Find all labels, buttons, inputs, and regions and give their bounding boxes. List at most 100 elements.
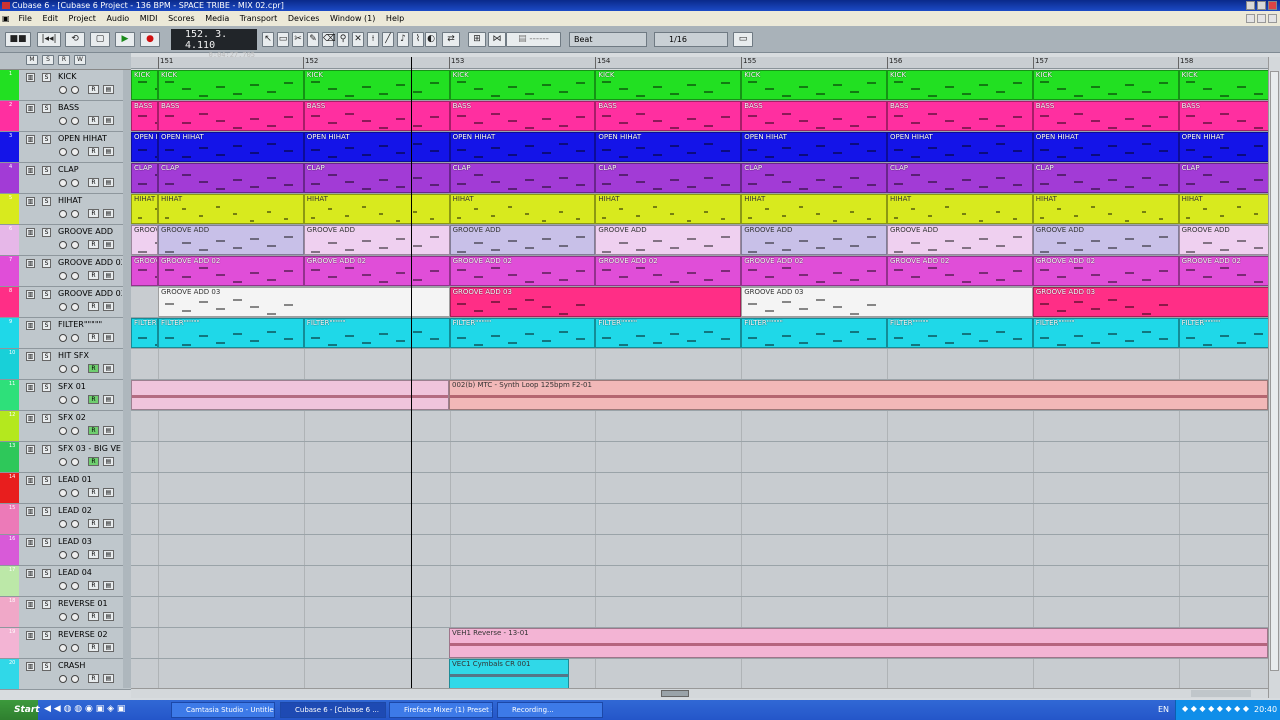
solo-knob-icon[interactable] [71, 241, 79, 249]
solo-knob-icon[interactable] [71, 489, 79, 497]
play-button[interactable]: ▶ [115, 32, 135, 47]
midi-part[interactable]: FILTER""""" [131, 318, 158, 348]
mute-knob-icon[interactable] [59, 86, 67, 94]
range-tool[interactable]: ▭ [277, 32, 289, 47]
monitor-button[interactable]: ▥ [26, 259, 35, 268]
write-automation-button[interactable]: ▤ [103, 116, 114, 125]
read-automation-button[interactable]: R [88, 85, 99, 94]
transport-display[interactable]: 152. 3. 4.110 0:04:27.705 [171, 29, 257, 59]
track-header[interactable]: 8 ▥ S GROOVE ADD 03 R ▤ [0, 287, 131, 318]
midi-part[interactable]: CLAP [1178, 163, 1268, 193]
solo-button[interactable]: S [42, 383, 51, 392]
language-indicator[interactable]: EN [1158, 705, 1169, 714]
read-automation-button[interactable]: R [88, 147, 99, 156]
track-header[interactable]: 5 ▥ S HIHAT R ▤ [0, 194, 131, 225]
monitor-button[interactable]: ▥ [26, 166, 35, 175]
start-button[interactable]: Start [0, 700, 40, 720]
zoom-slider[interactable] [1191, 690, 1251, 697]
midi-part[interactable]: CLAP [887, 163, 1033, 193]
track-lane[interactable]: KICK KICK KICK KICK KICK KICK KICK KICK KICK [131, 70, 1268, 101]
object-select-tool[interactable]: ↖ [262, 32, 274, 47]
write-automation-button[interactable]: ▤ [103, 550, 114, 559]
solo-button[interactable]: S [42, 166, 51, 175]
color-menu-button[interactable]: ▭ [733, 32, 753, 47]
vertical-scroll-thumb[interactable] [1270, 71, 1279, 671]
track-name[interactable]: REVERSE 02 [58, 630, 122, 639]
midi-part[interactable]: OPEN HIHAT [131, 132, 158, 162]
midi-part[interactable]: GROOVE ADD [1032, 225, 1179, 255]
audio-event-crash[interactable]: VEC1 Cymbals CR 001 [449, 659, 569, 688]
midi-part[interactable]: GROOVE ADD [158, 225, 304, 255]
tray-icons[interactable]: ◆ ◆ ◆ ◆ ◆ ◆ ◆ ◆ [1182, 704, 1249, 713]
task-cubase[interactable]: Cubase 6 - [Cubase 6 ... [280, 702, 386, 718]
midi-part[interactable]: HIHAT [595, 194, 742, 224]
monitor-button[interactable]: ▥ [26, 135, 35, 144]
monitor-button[interactable]: ▥ [26, 228, 35, 237]
solo-knob-icon[interactable] [71, 644, 79, 652]
midi-part[interactable]: GROOVE ADD 03 [741, 287, 1033, 317]
split-tool[interactable]: ✂ [292, 32, 304, 47]
vertical-scrollbar[interactable] [1268, 57, 1280, 698]
solo-knob-icon[interactable] [71, 117, 79, 125]
write-automation-button[interactable]: ▤ [103, 674, 114, 683]
mute-knob-icon[interactable] [59, 303, 67, 311]
mute-knob-icon[interactable] [59, 241, 67, 249]
track-lane[interactable] [131, 473, 1268, 504]
midi-part[interactable]: FILTER""""" [741, 318, 887, 348]
midi-part[interactable]: HIHAT [131, 194, 158, 224]
track-name[interactable]: LEAD 04 [58, 568, 122, 577]
grid-type-dropdown[interactable]: Beat [569, 32, 647, 47]
track-lane[interactable] [131, 411, 1268, 442]
track-name[interactable]: CRASH [58, 661, 122, 670]
close-button[interactable] [1268, 1, 1277, 10]
track-name[interactable]: GROOVE ADD 03 [58, 289, 122, 298]
track-lane[interactable] [131, 535, 1268, 566]
solo-button[interactable]: S [42, 631, 51, 640]
quick-launch-icons[interactable]: ◀ ◀ ◍ ◍ ◉ ▣ ◈ ▣ [44, 704, 125, 714]
read-automation-button[interactable]: R [88, 674, 99, 683]
write-automation-button[interactable]: ▤ [103, 271, 114, 280]
write-automation-button[interactable]: ▤ [103, 302, 114, 311]
snap-to-zero-button[interactable]: ⋈ [488, 32, 506, 47]
line-tool[interactable]: ╱ [382, 32, 394, 47]
track-header[interactable]: 16 ▥ S LEAD 03 R ▤ [0, 535, 131, 566]
mute-knob-icon[interactable] [59, 148, 67, 156]
midi-part[interactable]: GROOVE ADD 03 [1032, 287, 1268, 317]
midi-part[interactable]: GROOVE ADD 02 [303, 256, 450, 286]
midi-part[interactable]: CLAP [303, 163, 450, 193]
horizontal-scrollbar[interactable] [131, 688, 1268, 698]
monitor-button[interactable]: ▥ [26, 321, 35, 330]
track-header[interactable]: 14 ▥ S LEAD 01 R ▤ [0, 473, 131, 504]
write-automation-button[interactable]: ▤ [103, 395, 114, 404]
track-lane[interactable] [131, 566, 1268, 597]
draw-tool[interactable]: ✎ [307, 32, 319, 47]
timeline-ruler[interactable]: 151 152 153 154 155 156 157 158 [131, 57, 1268, 69]
read-automation-button[interactable]: R [88, 271, 99, 280]
midi-part[interactable]: HIHAT [158, 194, 304, 224]
erase-tool[interactable]: ⌫ [322, 32, 336, 47]
solo-button[interactable]: S [42, 259, 51, 268]
track-lane[interactable]: HIHAT HIHAT HIHAT HIHAT HIHAT HIHAT HIHAT HIHAT… [131, 194, 1268, 225]
menu-scores[interactable]: Scores [164, 11, 199, 26]
glue-tool[interactable]: ⌇ [412, 32, 424, 47]
read-automation-button[interactable]: R [88, 116, 99, 125]
solo-button[interactable]: S [42, 197, 51, 206]
read-automation-button[interactable]: R [88, 240, 99, 249]
midi-part[interactable]: KICK [595, 70, 742, 100]
track-header[interactable]: 13 ▥ S SFX 03 - BIG VE R ▤ [0, 442, 131, 473]
global-read-icon[interactable]: R [58, 55, 70, 65]
midi-part[interactable]: BASS [741, 101, 887, 131]
midi-part[interactable]: GROOVE ADD [449, 225, 596, 255]
read-automation-button[interactable]: R [88, 581, 99, 590]
solo-knob-icon[interactable] [71, 582, 79, 590]
playback-cursor[interactable] [411, 57, 412, 688]
quantize-dropdown[interactable]: 1/16 [654, 32, 728, 47]
midi-part[interactable]: OPEN HIHAT [1178, 132, 1268, 162]
solo-knob-icon[interactable] [71, 458, 79, 466]
solo-knob-icon[interactable] [71, 272, 79, 280]
monitor-button[interactable]: ▥ [26, 631, 35, 640]
track-header[interactable]: 4 ▥ S CLAP R ▤ [0, 163, 131, 194]
midi-part[interactable]: GROOVE ADD [887, 225, 1033, 255]
monitor-button[interactable]: ▥ [26, 290, 35, 299]
solo-knob-icon[interactable] [71, 365, 79, 373]
